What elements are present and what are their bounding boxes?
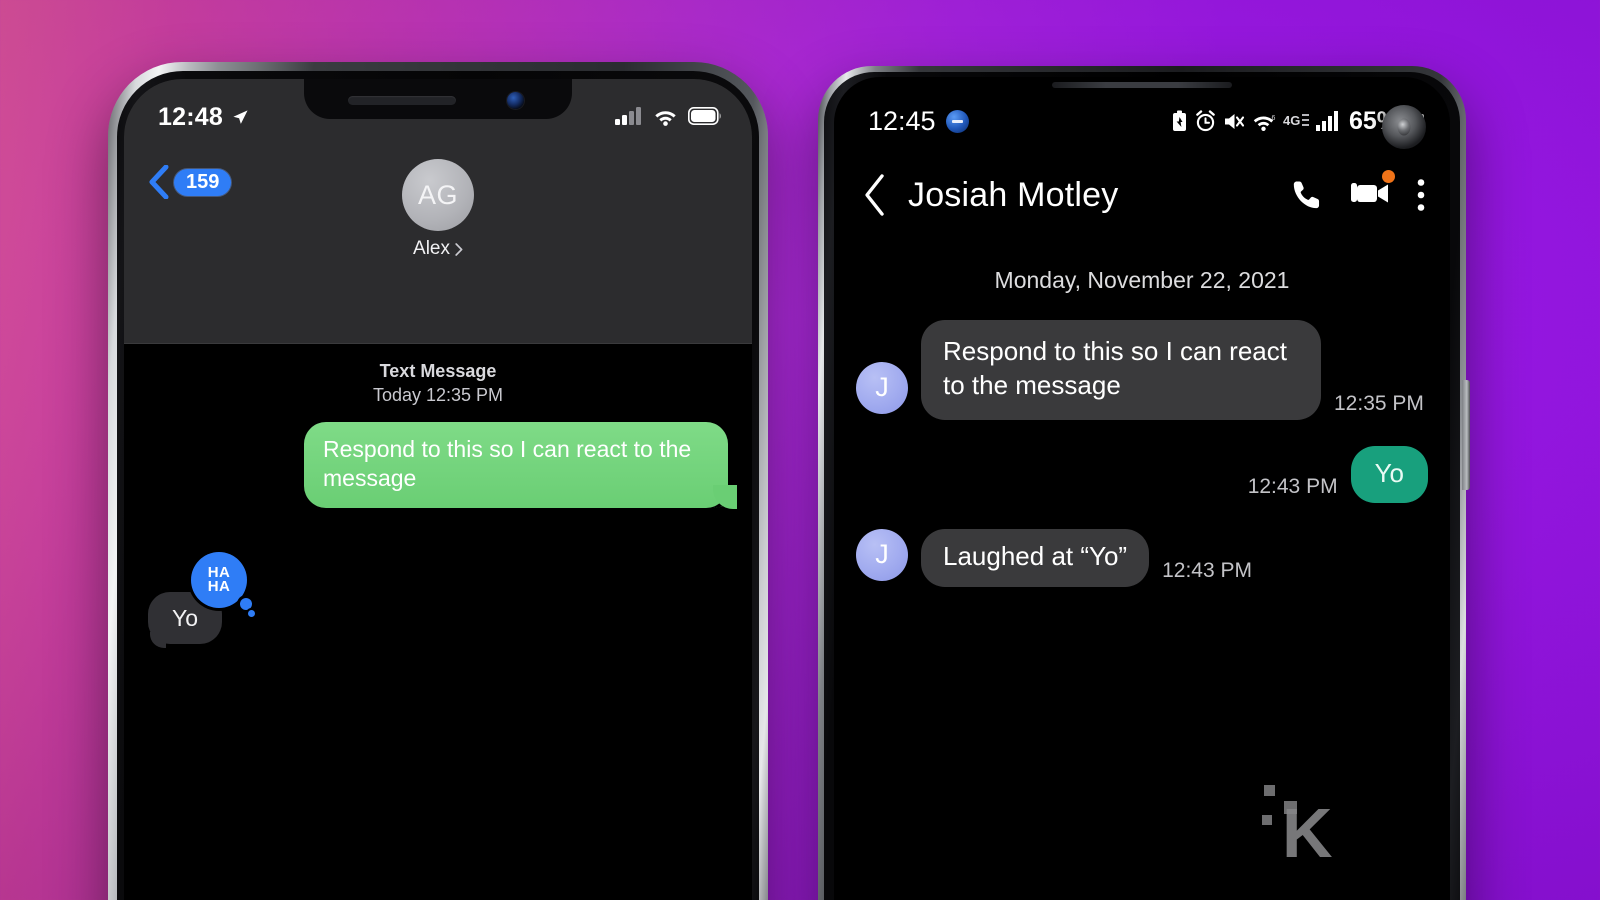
alarm-icon bbox=[1196, 110, 1215, 132]
message-timestamp: 12:35 PM bbox=[1334, 391, 1424, 415]
ios-status-icons bbox=[615, 103, 722, 126]
iphone-device: 12:48 159 AG Alex Text Message Today 12:… bbox=[108, 62, 768, 900]
message-row-incoming: J Laughed at “Yo” 12:43 PM bbox=[856, 528, 1428, 587]
ios-message-meta: Text Message Today 12:35 PM bbox=[124, 359, 752, 408]
message-bubble-incoming[interactable]: Laughed at “Yo” bbox=[921, 528, 1150, 587]
mute-vibrate-icon bbox=[1224, 113, 1245, 129]
chevron-left-icon[interactable] bbox=[860, 173, 890, 217]
android-screen: 12:45 6 4G 65% Josiah Motley Monday, Nov… bbox=[834, 77, 1450, 900]
sticker-notification-icon bbox=[945, 109, 969, 133]
watermark-k-icon: K bbox=[1262, 785, 1333, 872]
reaction-tail-dot-small bbox=[248, 610, 255, 617]
earpiece-speaker-icon bbox=[1052, 82, 1232, 88]
battery-full-icon bbox=[688, 107, 721, 125]
message-text: Respond to this so I can react to the me… bbox=[943, 336, 1287, 400]
4g-lte-icon: 4G bbox=[1283, 113, 1309, 128]
avatar: J bbox=[856, 528, 908, 581]
bubble-tail bbox=[713, 485, 737, 509]
message-bubble-outgoing[interactable]: Yo bbox=[1350, 445, 1428, 503]
iphone-notch bbox=[304, 79, 572, 119]
android-app-bar: Josiah Motley bbox=[834, 143, 1450, 247]
date-divider: Monday, November 22, 2021 bbox=[994, 267, 1290, 293]
android-clock: 12:45 bbox=[868, 105, 936, 136]
wifi-icon: 6 bbox=[1253, 115, 1275, 131]
new-indicator-dot bbox=[1382, 169, 1395, 183]
message-text: Respond to this so I can react to the me… bbox=[323, 435, 692, 491]
message-text: Yo bbox=[171, 604, 199, 631]
message-row-incoming: J Respond to this so I can react to the … bbox=[856, 320, 1428, 420]
contact-name-row: Alex bbox=[413, 238, 463, 260]
ios-contact-header[interactable]: AG Alex bbox=[124, 159, 752, 260]
avatar: AG bbox=[402, 159, 474, 231]
ios-navigation-bar: 159 AG Alex bbox=[124, 137, 752, 344]
reaction-line-2: HA bbox=[207, 578, 231, 595]
signal-bars-icon bbox=[1315, 110, 1338, 131]
signal-bars-icon bbox=[615, 107, 641, 125]
android-message-thread: Monday, November 22, 2021 J Respond to t… bbox=[834, 247, 1450, 900]
reaction-tail-dot-large bbox=[240, 598, 252, 610]
message-timestamp: 12:43 PM bbox=[1247, 474, 1338, 498]
android-power-button[interactable] bbox=[1462, 380, 1470, 490]
svg-text:K: K bbox=[1282, 794, 1333, 861]
svg-text:6: 6 bbox=[1271, 115, 1275, 122]
ios-outgoing-row: Respond to this so I can react to the me… bbox=[124, 408, 752, 509]
chevron-right-icon bbox=[455, 242, 463, 256]
message-bubble-outgoing[interactable]: Respond to this so I can react to the me… bbox=[304, 421, 737, 509]
location-arrow-icon bbox=[233, 110, 248, 124]
iphone-bezel: 12:48 159 AG Alex Text Message Today 12:… bbox=[117, 71, 759, 900]
message-timestamp: 12:43 PM bbox=[1162, 558, 1252, 582]
more-vertical-icon[interactable] bbox=[1416, 178, 1426, 212]
battery-saver-icon bbox=[1172, 110, 1186, 131]
svg-text:4G: 4G bbox=[1283, 113, 1300, 128]
ios-incoming-row: Yo HA HA bbox=[148, 552, 388, 648]
android-status-time-group: 12:45 bbox=[868, 106, 969, 137]
knowtechie-watermark: K bbox=[1246, 775, 1342, 872]
android-app-bar-actions bbox=[1290, 169, 1426, 214]
message-timestamp: Today 12:35 PM bbox=[372, 385, 504, 406]
phone-icon[interactable] bbox=[1290, 178, 1324, 212]
front-camera-icon bbox=[1382, 105, 1426, 149]
front-camera-icon bbox=[507, 92, 524, 109]
wifi-icon bbox=[655, 110, 676, 126]
iphone-screen: 12:48 159 AG Alex Text Message Today 12:… bbox=[124, 79, 752, 900]
conversation-title: Josiah Motley bbox=[908, 175, 1119, 214]
video-call-button[interactable] bbox=[1350, 169, 1395, 214]
service-label: Text Message bbox=[379, 361, 497, 381]
message-row-outgoing: 12:43 PM Yo bbox=[856, 445, 1428, 503]
message-bubble-incoming[interactable]: Respond to this so I can react to the me… bbox=[921, 320, 1321, 420]
ios-clock: 12:48 bbox=[158, 103, 223, 131]
haha-reaction-icon[interactable]: HA HA bbox=[191, 552, 247, 608]
message-text: Laughed at “Yo” bbox=[943, 540, 1128, 571]
avatar: J bbox=[856, 361, 908, 414]
android-device: 12:45 6 4G 65% Josiah Motley Monday, Nov… bbox=[818, 66, 1466, 900]
message-text: Yo bbox=[1374, 457, 1404, 488]
contact-name: Alex bbox=[413, 238, 450, 259]
ios-status-time-group: 12:48 bbox=[158, 103, 249, 132]
earpiece-speaker-icon bbox=[348, 96, 456, 105]
android-bezel: 12:45 6 4G 65% Josiah Motley Monday, Nov… bbox=[824, 72, 1460, 900]
ios-message-thread: Text Message Today 12:35 PM Respond to t… bbox=[124, 345, 752, 900]
